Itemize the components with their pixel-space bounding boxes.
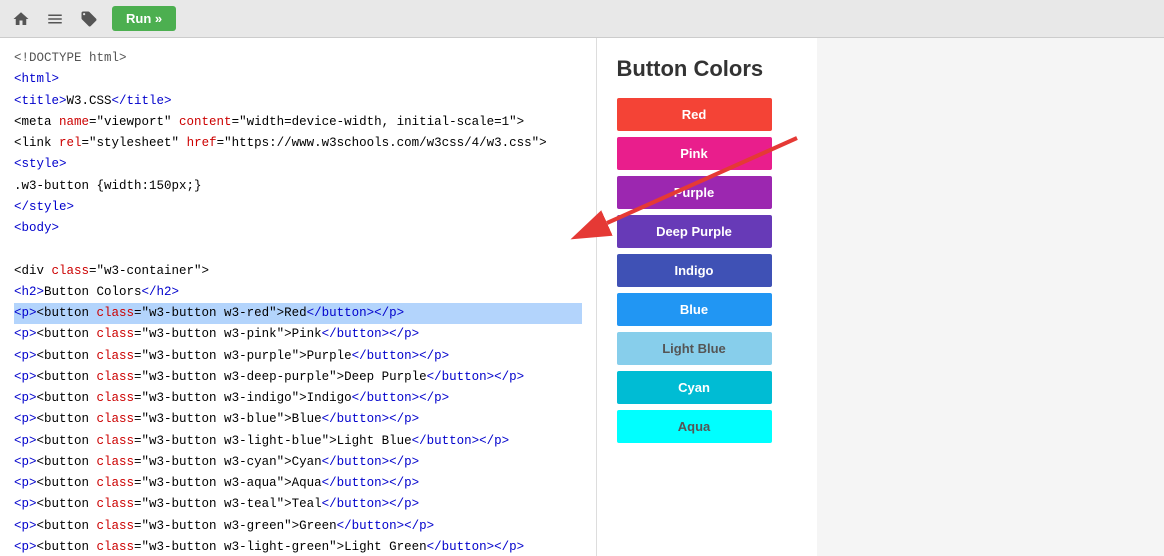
run-button[interactable]: Run »: [112, 6, 176, 31]
code-line: <p><button class="w3-button w3-pink">Pin…: [14, 324, 582, 345]
menu-icon[interactable]: [44, 8, 66, 30]
color-button-purple[interactable]: Purple: [617, 176, 772, 209]
color-button-cyan[interactable]: Cyan: [617, 371, 772, 404]
code-line: [14, 239, 582, 260]
code-line: <title>W3.CSS</title>: [14, 91, 582, 112]
code-line: <p><button class="w3-button w3-teal">Tea…: [14, 494, 582, 515]
code-line: <link rel="stylesheet" href="https://www…: [14, 133, 582, 154]
color-button-red[interactable]: Red: [617, 98, 772, 131]
color-button-deep-purple[interactable]: Deep Purple: [617, 215, 772, 248]
code-line: <p><button class="w3-button w3-red">Red<…: [14, 303, 582, 324]
home-icon[interactable]: [10, 8, 32, 30]
main-area: <!DOCTYPE html><html><title>W3.CSS</titl…: [0, 38, 1164, 556]
color-button-aqua[interactable]: Aqua: [617, 410, 772, 443]
toolbar: Run »: [0, 0, 1164, 38]
tag-icon[interactable]: [78, 8, 100, 30]
code-line: <p><button class="w3-button w3-purple">P…: [14, 346, 582, 367]
code-line: <!DOCTYPE html>: [14, 48, 582, 69]
preview-title: Button Colors: [617, 56, 797, 82]
code-line: <p><button class="w3-button w3-indigo">I…: [14, 388, 582, 409]
code-line: <p><button class="w3-button w3-light-blu…: [14, 431, 582, 452]
code-line: <h2>Button Colors</h2>: [14, 282, 582, 303]
code-line: <p><button class="w3-button w3-aqua">Aqu…: [14, 473, 582, 494]
code-line: .w3-button {width:150px;}: [14, 176, 582, 197]
code-line: <div class="w3-container">: [14, 261, 582, 282]
code-line: </style>: [14, 197, 582, 218]
code-line: <p><button class="w3-button w3-green">Gr…: [14, 516, 582, 537]
preview-panel: Button Colors Red Pink Purple Deep Purple In…: [597, 38, 817, 556]
code-panel[interactable]: <!DOCTYPE html><html><title>W3.CSS</titl…: [0, 38, 597, 556]
code-line: <p><button class="w3-button w3-light-gre…: [14, 537, 582, 556]
code-line: <meta name="viewport" content="width=dev…: [14, 112, 582, 133]
color-button-pink[interactable]: Pink: [617, 137, 772, 170]
color-button-blue[interactable]: Blue: [617, 293, 772, 326]
code-line: <p><button class="w3-button w3-blue">Blu…: [14, 409, 582, 430]
content-area: Button Colors Red Pink Purple Deep Purple In…: [597, 38, 1164, 556]
code-line: <html>: [14, 69, 582, 90]
button-list: Red Pink Purple Deep Purple Indigo Blue Light …: [617, 98, 797, 443]
code-line: <style>: [14, 154, 582, 175]
code-line: <p><button class="w3-button w3-deep-purp…: [14, 367, 582, 388]
code-line: <body>: [14, 218, 582, 239]
code-line: <p><button class="w3-button w3-cyan">Cya…: [14, 452, 582, 473]
color-button-light-blue[interactable]: Light Blue: [617, 332, 772, 365]
color-button-indigo[interactable]: Indigo: [617, 254, 772, 287]
